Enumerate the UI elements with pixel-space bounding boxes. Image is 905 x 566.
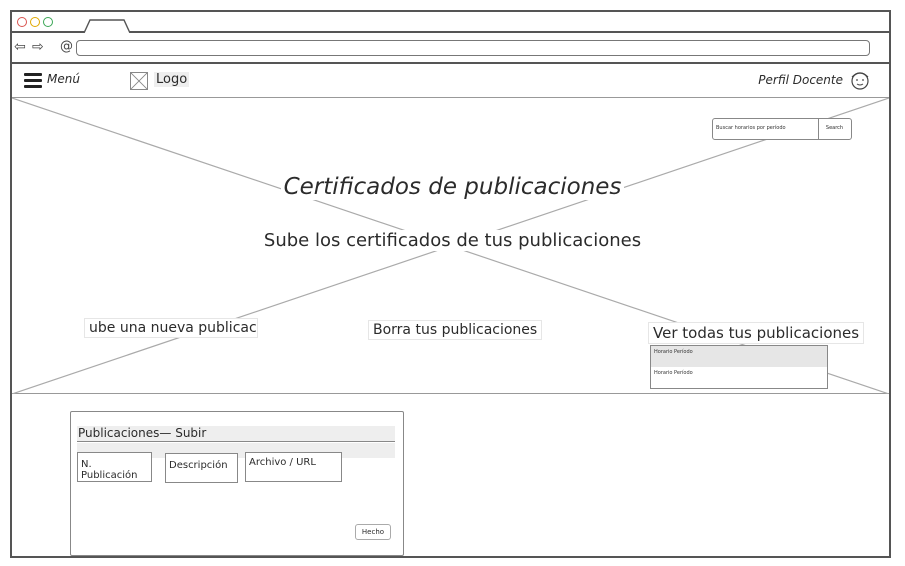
title-bar (12, 12, 889, 33)
dropdown-item[interactable]: Horario Período (651, 367, 827, 388)
app-header: Menú Logo Perfil Docente (12, 64, 889, 98)
menu-label[interactable]: Menú (47, 72, 80, 86)
view-all-publications-link[interactable]: Ver todas tus publicaciones (648, 322, 865, 344)
page-title: Certificados de publicaciones (12, 174, 893, 200)
hamburger-menu-icon[interactable] (24, 73, 42, 88)
logo-image-icon (130, 72, 148, 90)
browser-window: ⇦ ⇨ @ Menú Logo Perfil Docente Buscar ho… (10, 10, 891, 558)
dropdown-item[interactable]: Horario Período (651, 346, 827, 367)
teacher-avatar-icon[interactable] (849, 69, 871, 91)
publication-number-field[interactable]: N. Publicación (77, 452, 152, 482)
address-bar[interactable] (76, 40, 870, 56)
description-field[interactable]: Descripción (165, 453, 238, 483)
hero-placeholder: Buscar horarios por período Search Certi… (12, 98, 889, 394)
browser-nav-bar: ⇦ ⇨ @ (12, 33, 889, 64)
search-input[interactable]: Buscar horarios por período (713, 119, 819, 139)
close-window-button[interactable] (17, 17, 27, 27)
schedule-search: Buscar horarios por período Search (712, 118, 852, 140)
upload-publication-link[interactable]: ube una nueva publicació (84, 318, 258, 338)
maximize-window-button[interactable] (43, 17, 53, 27)
browser-tab[interactable] (84, 19, 130, 33)
upload-publication-card: Publicaciones— Subir N. Publicación Desc… (70, 411, 404, 556)
search-button[interactable]: Search (818, 119, 851, 139)
schedule-dropdown: Horario Período Horario Período (650, 345, 828, 389)
minimize-window-button[interactable] (30, 17, 40, 27)
card-title: Publicaciones— Subir (77, 426, 395, 442)
file-url-field[interactable]: Archivo / URL (245, 452, 342, 482)
at-sign-icon: @ (60, 39, 73, 54)
page-subtitle: Sube los certificados de tus publicacion… (12, 230, 893, 251)
delete-publications-link[interactable]: Borra tus publicaciones (368, 320, 543, 340)
done-button[interactable]: Hecho (355, 524, 391, 540)
back-arrow-icon[interactable]: ⇦ (14, 39, 26, 55)
profile-link[interactable]: Perfil Docente (758, 73, 843, 87)
forward-arrow-icon[interactable]: ⇨ (32, 39, 44, 55)
logo-label: Logo (154, 72, 190, 87)
